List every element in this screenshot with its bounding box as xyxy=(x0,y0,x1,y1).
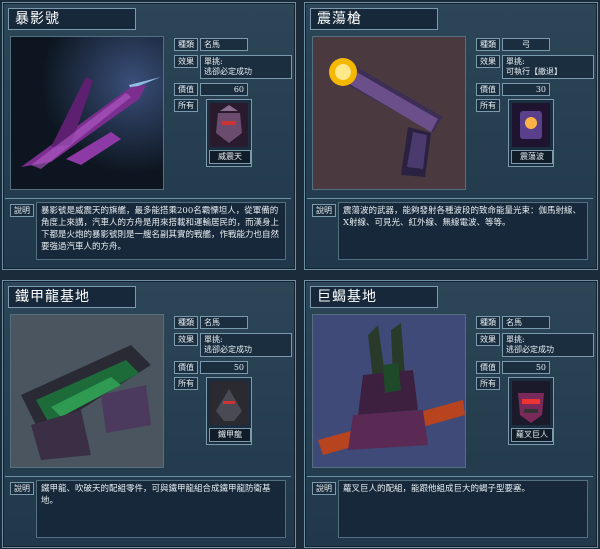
kind-value: 名馬 xyxy=(200,38,248,51)
value-label: 價值 xyxy=(174,361,198,374)
owner-portrait xyxy=(210,381,248,425)
kind-value: 弓 xyxy=(502,38,550,51)
effect-value: 單挑: 逃卻必定成功 xyxy=(200,55,292,79)
item-card-scorponok-base[interactable]: 巨蝎基地 種類 名馬 效果 單挑: 逃卻必定成功 價值 50 所有 蘿叉巨人 說… xyxy=(304,280,598,548)
item-card-trypticon-base[interactable]: 鐵甲龍基地 種類 名馬 效果 單挑: 逃卻必定成功 價值 50 所有 鐵甲龍 說… xyxy=(2,280,296,548)
effect-label: 效果 xyxy=(174,55,198,68)
owner-label: 所有 xyxy=(174,99,198,112)
owner-portrait-frame[interactable]: 鐵甲龍 xyxy=(206,377,252,445)
owner-portrait xyxy=(210,103,248,147)
item-artwork xyxy=(10,314,164,468)
description-label: 說明 xyxy=(10,204,34,217)
description-label: 說明 xyxy=(10,482,34,495)
item-artwork xyxy=(312,314,466,468)
kind-label: 種類 xyxy=(174,38,198,51)
effect-label: 效果 xyxy=(476,333,500,346)
kind-label: 種類 xyxy=(476,38,500,51)
owner-name: 威震天 xyxy=(209,150,251,164)
description-section: 說明 鐵甲龍、吹破天的配組零件，可與鐵甲龍組合成鐵甲龍防衛基地。 xyxy=(5,476,291,543)
owner-name: 震蕩波 xyxy=(511,150,553,164)
owner-name: 蘿叉巨人 xyxy=(511,428,553,442)
kind-label: 種類 xyxy=(476,316,500,329)
kind-value: 名馬 xyxy=(200,316,248,329)
effect-value: 單挑: 逃卻必定成功 xyxy=(200,333,292,357)
description-text: 暴影號是威震天的旗艦，最多能搭乘200名霸慄坦人，從軍備的角度上來講，汽車人的方… xyxy=(36,202,286,260)
value-amount: 60 xyxy=(200,83,248,96)
effect-label: 效果 xyxy=(174,333,198,346)
description-text: 震蕩波的武器，能夠發射各種波段的致命能量光束：伽馬射線、X射線、可見光、紅外線、… xyxy=(338,202,588,260)
value-amount: 50 xyxy=(200,361,248,374)
description-section: 說明 蘿叉巨人的配組，能跟他組成巨大的蝎子型要塞。 xyxy=(307,476,593,543)
owner-label: 所有 xyxy=(174,377,198,390)
owner-portrait-frame[interactable]: 威震天 xyxy=(206,99,252,167)
item-name: 鐵甲龍基地 xyxy=(8,286,136,308)
owner-portrait-frame[interactable]: 震蕩波 xyxy=(508,99,554,167)
description-label: 說明 xyxy=(312,482,336,495)
description-section: 說明 暴影號是威震天的旗艦，最多能搭乘200名霸慄坦人，從軍備的角度上來講，汽車… xyxy=(5,198,291,265)
kind-value: 名馬 xyxy=(502,316,550,329)
owner-label: 所有 xyxy=(476,377,500,390)
owner-portrait-frame[interactable]: 蘿叉巨人 xyxy=(508,377,554,445)
description-text: 鐵甲龍、吹破天的配組零件，可與鐵甲龍組合成鐵甲龍防衛基地。 xyxy=(36,480,286,538)
item-card-nemesis[interactable]: 暴影號 種類 名馬 效果 單挑: 逃卻必定成功 價值 60 所有 威震天 說明 … xyxy=(2,2,296,270)
effect-value: 單挑: 逃卻必定成功 xyxy=(502,333,594,357)
value-amount: 30 xyxy=(502,83,550,96)
owner-label: 所有 xyxy=(476,99,500,112)
value-label: 價值 xyxy=(476,83,500,96)
owner-name: 鐵甲龍 xyxy=(209,428,251,442)
item-name: 巨蝎基地 xyxy=(310,286,438,308)
value-label: 價值 xyxy=(174,83,198,96)
description-label: 說明 xyxy=(312,204,336,217)
value-amount: 50 xyxy=(502,361,550,374)
effect-label: 效果 xyxy=(476,55,500,68)
kind-label: 種類 xyxy=(174,316,198,329)
description-text: 蘿叉巨人的配組，能跟他組成巨大的蝎子型要塞。 xyxy=(338,480,588,538)
item-artwork xyxy=(312,36,466,190)
description-section: 說明 震蕩波的武器，能夠發射各種波段的致命能量光束：伽馬射線、X射線、可見光、紅… xyxy=(307,198,593,265)
item-name: 震蕩槍 xyxy=(310,8,438,30)
item-artwork xyxy=(10,36,164,190)
item-name: 暴影號 xyxy=(8,8,136,30)
item-card-shockwave-gun[interactable]: 震蕩槍 種類 弓 效果 單挑: 可執行【繳退】 價值 30 所有 震蕩波 說明 … xyxy=(304,2,598,270)
owner-portrait xyxy=(512,381,550,425)
owner-portrait xyxy=(512,103,550,147)
value-label: 價值 xyxy=(476,361,500,374)
effect-value: 單挑: 可執行【繳退】 xyxy=(502,55,594,79)
